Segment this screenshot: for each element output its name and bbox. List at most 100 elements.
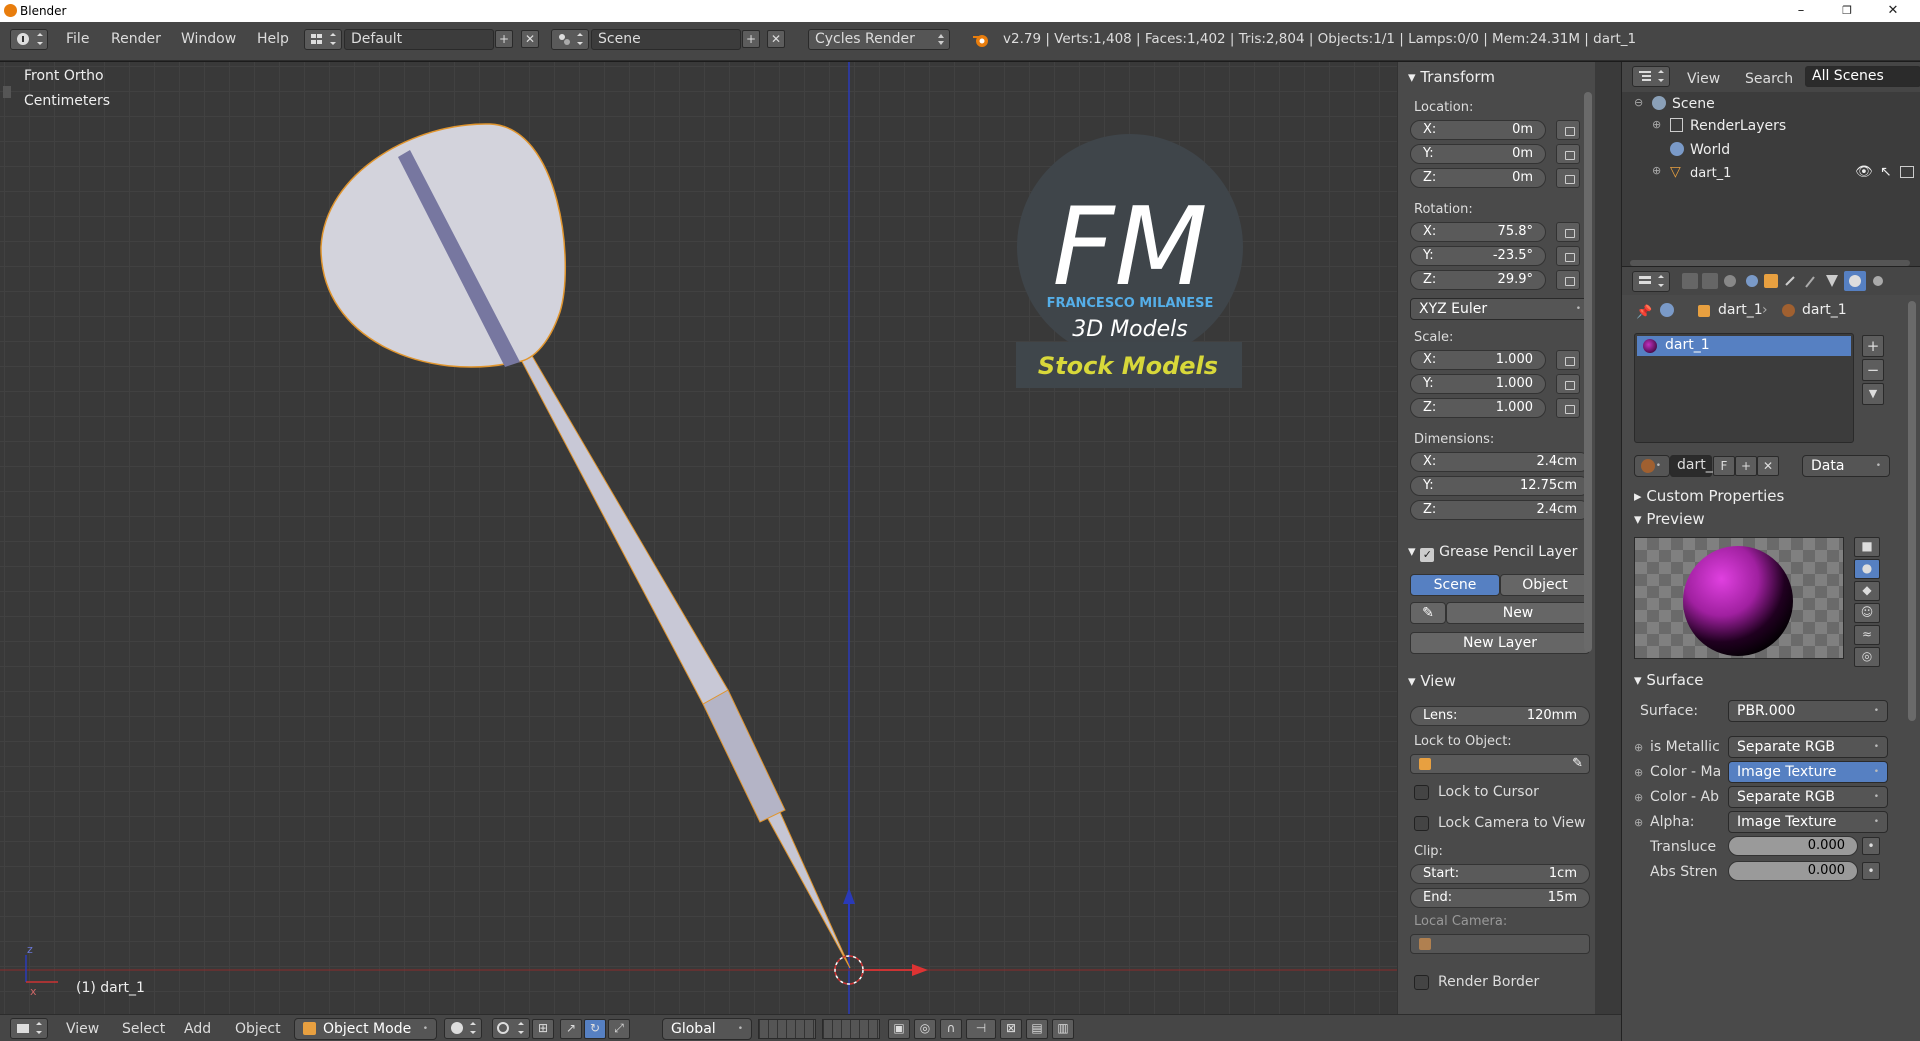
outliner-item-scene[interactable]: Scene <box>1672 96 1715 112</box>
lock-camera-checkbox[interactable] <box>1414 816 1429 831</box>
editor-type-outliner-icon[interactable] <box>1632 66 1670 87</box>
renderable-camera-icon[interactable] <box>1900 166 1914 178</box>
socket-expand-icon[interactable]: ⊕ <box>1634 816 1643 829</box>
socket-color-ma-dropdown[interactable]: Image Texture <box>1728 761 1888 783</box>
snap-target-icon[interactable]: ⊠ <box>1000 1019 1022 1039</box>
socket-color-ab-dropdown[interactable]: Separate RGB <box>1728 786 1888 808</box>
preview-type-buttons[interactable]: ■ ● ◆ ☺ ≈ ◎ <box>1852 537 1882 667</box>
material-slot-row[interactable]: dart_1 <box>1637 336 1851 356</box>
editor-type-3dview-icon[interactable] <box>10 1018 48 1039</box>
preview-cube-icon[interactable]: ◆ <box>1854 581 1880 601</box>
lock-icon[interactable] <box>1556 144 1580 164</box>
editor-type-info-icon[interactable] <box>10 29 48 50</box>
lock-icon[interactable] <box>1556 246 1580 266</box>
manipulator-toggle-icon[interactable]: ⊞ <box>532 1019 554 1039</box>
new-layer-button[interactable]: New Layer <box>1410 632 1590 654</box>
preview-flat-icon[interactable]: ■ <box>1854 537 1880 557</box>
preview-monkey-icon[interactable]: ☺ <box>1854 603 1880 623</box>
socket-expand-icon[interactable]: ⊕ <box>1634 791 1643 804</box>
lock-icon[interactable] <box>1556 398 1580 418</box>
remove-scene-icon[interactable]: ✕ <box>767 30 785 48</box>
menu-help[interactable]: Help <box>257 28 289 50</box>
opengl-animation-icon[interactable]: ▥ <box>1052 1019 1074 1039</box>
lock-cursor-checkbox[interactable] <box>1414 785 1429 800</box>
properties-context-tabs[interactable] <box>1680 271 1920 291</box>
unlink-material-icon[interactable]: ✕ <box>1757 456 1779 476</box>
3d-viewport[interactable]: z x FM FRANCESCO MILANESE 3D Models Stoc… <box>0 62 1397 1014</box>
custom-properties-header[interactable]: ▸ Custom Properties <box>1634 487 1784 505</box>
footer-select-menu[interactable]: Select <box>122 1019 165 1039</box>
outliner-search-menu[interactable]: Search <box>1745 68 1793 90</box>
translucency-field[interactable]: 0.000 <box>1728 836 1858 856</box>
add-slot-icon[interactable]: + <box>1862 335 1884 357</box>
scene-selector-icon[interactable] <box>551 29 589 50</box>
material-browse-button[interactable] <box>1634 455 1670 477</box>
outliner-view-menu[interactable]: View <box>1687 68 1720 90</box>
lens-field[interactable]: Lens: 120mm <box>1410 706 1590 726</box>
close-window-button[interactable]: ✕ <box>1870 0 1916 22</box>
menu-window[interactable]: Window <box>181 28 236 50</box>
rotate-manipulator-icon[interactable]: ↻ <box>584 1019 606 1039</box>
surface-header[interactable]: ▾ Surface <box>1634 671 1703 689</box>
render-engine-dropdown[interactable]: Cycles Render <box>808 29 950 50</box>
preview-world-icon[interactable]: ◎ <box>1854 647 1880 667</box>
remove-slot-icon[interactable]: − <box>1862 359 1884 381</box>
layout-name-field[interactable]: Default <box>344 29 494 50</box>
dimension-y-field[interactable]: Y: 12.75cm <box>1410 476 1590 496</box>
tab-object[interactable]: Object <box>1500 574 1590 596</box>
editor-type-properties-icon[interactable] <box>1632 271 1670 292</box>
outliner-item-renderlayers[interactable]: RenderLayers <box>1690 118 1786 134</box>
local-camera-field[interactable] <box>1410 934 1590 954</box>
shelf-scrollbar[interactable] <box>1584 92 1592 652</box>
lock-icon[interactable] <box>1556 168 1580 188</box>
location-y-field[interactable]: Y: 0m <box>1410 144 1546 164</box>
toolshelf-toggle-icon[interactable] <box>3 86 11 98</box>
abs-strength-field[interactable]: 0.000 <box>1728 861 1858 881</box>
remove-layout-icon[interactable]: ✕ <box>521 30 539 48</box>
rotation-x-field[interactable]: X: 75.8° <box>1410 222 1546 242</box>
interaction-mode-dropdown[interactable]: Object Mode <box>294 1018 437 1040</box>
scale-manipulator-icon[interactable]: ⤢ <box>608 1019 630 1039</box>
expand-toggle-icon[interactable]: ⊕ <box>1652 164 1661 177</box>
layer-buttons-group-2[interactable] <box>822 1019 880 1039</box>
footer-add-menu[interactable]: Add <box>184 1019 211 1039</box>
scale-x-field[interactable]: X: 1.000 <box>1410 350 1546 370</box>
dimension-x-field[interactable]: X: 2.4cm <box>1410 452 1590 472</box>
selectable-cursor-icon[interactable]: ↖ <box>1880 164 1892 180</box>
lock-icon[interactable] <box>1556 270 1580 290</box>
outliner-filter-dropdown[interactable]: All Scenes <box>1805 66 1920 87</box>
preview-header[interactable]: ▾ Preview <box>1634 510 1705 528</box>
render-border-checkbox[interactable] <box>1414 975 1429 990</box>
fake-user-toggle[interactable]: F <box>1713 456 1735 476</box>
scale-z-field[interactable]: Z: 1.000 <box>1410 398 1546 418</box>
grease-pencil-header[interactable]: ▾ ✓ Grease Pencil Layer <box>1398 540 1596 562</box>
node-link-icon[interactable]: • <box>1862 862 1880 880</box>
opengl-render-icon[interactable]: ▤ <box>1026 1019 1048 1039</box>
clip-end-field[interactable]: End: 15m <box>1410 888 1590 908</box>
preview-sphere-icon[interactable]: ● <box>1854 559 1880 579</box>
slot-specials-icon[interactable]: ▼ <box>1862 383 1884 405</box>
socket-metallic-dropdown[interactable]: Separate RGB <box>1728 736 1888 758</box>
footer-object-menu[interactable]: Object <box>235 1019 281 1039</box>
menu-render[interactable]: Render <box>111 28 161 50</box>
maximize-button[interactable]: ❐ <box>1824 0 1870 22</box>
scale-y-field[interactable]: Y: 1.000 <box>1410 374 1546 394</box>
view-header[interactable]: ▾ View <box>1398 670 1596 692</box>
transform-orientation-dropdown[interactable]: Global <box>662 1018 752 1040</box>
grease-pencil-checkbox[interactable]: ✓ <box>1420 548 1435 562</box>
expand-toggle-icon[interactable]: ⊕ <box>1652 118 1661 131</box>
socket-expand-icon[interactable]: ⊕ <box>1634 741 1643 754</box>
socket-expand-icon[interactable]: ⊕ <box>1634 766 1643 779</box>
eyedropper-icon[interactable]: ✎ <box>1572 755 1583 773</box>
lock-layers-icon[interactable]: ▣ <box>888 1019 910 1039</box>
rotation-y-field[interactable]: Y: -23.5° <box>1410 246 1546 266</box>
pencil-icon[interactable]: ✎ <box>1410 602 1446 624</box>
location-z-field[interactable]: Z: 0m <box>1410 168 1546 188</box>
pivot-point-icon[interactable] <box>492 1018 530 1039</box>
node-link-icon[interactable]: • <box>1862 837 1880 855</box>
new-grease-pencil-button[interactable]: New <box>1446 602 1590 624</box>
outliner-item-world[interactable]: World <box>1690 142 1730 158</box>
viewport-shading-icon[interactable] <box>444 1018 482 1039</box>
transform-header[interactable]: ▾ Transform <box>1398 66 1596 88</box>
outliner-item-dart[interactable]: dart_1 <box>1690 166 1731 181</box>
